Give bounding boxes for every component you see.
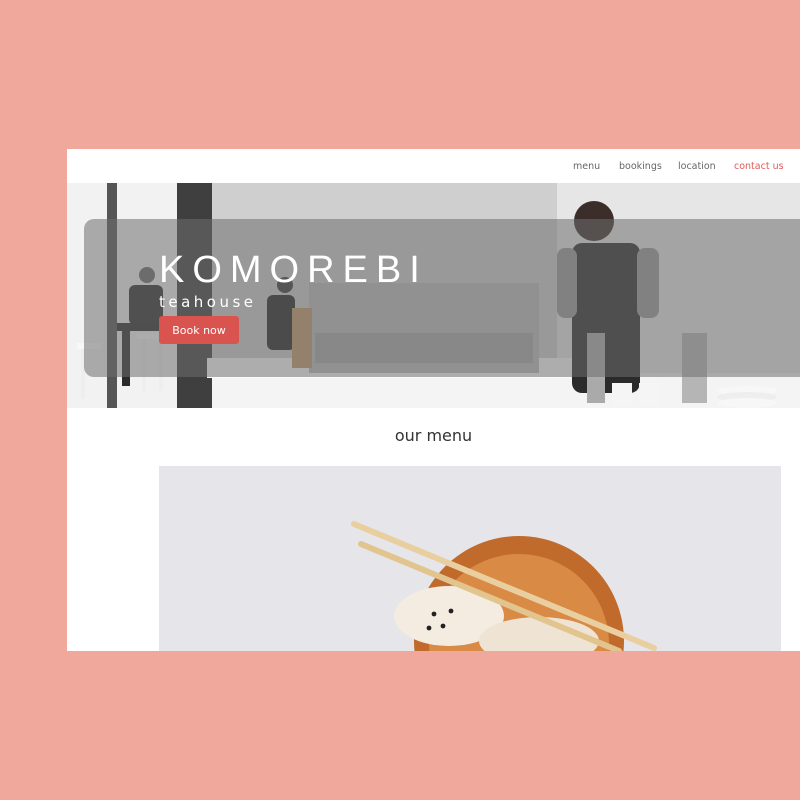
hero-banner: KOMOREBI teahouse Book now [67,183,800,408]
nav-bookings-link[interactable]: bookings [619,161,662,172]
website-frame: menu bookings location contact us KOMORE… [67,149,800,651]
brand-subtitle: teahouse [159,293,257,311]
nav-menu-link[interactable]: menu [573,161,600,172]
top-navigation: menu bookings location contact us [67,149,800,183]
nav-location-link[interactable]: location [678,161,716,172]
menu-dumplings-photo [159,466,781,651]
book-now-button[interactable]: Book now [159,316,239,344]
menu-section-title: our menu [394,426,473,445]
nav-contact-us-link[interactable]: contact us [734,161,784,172]
brand-title: KOMOREBI [159,249,428,291]
